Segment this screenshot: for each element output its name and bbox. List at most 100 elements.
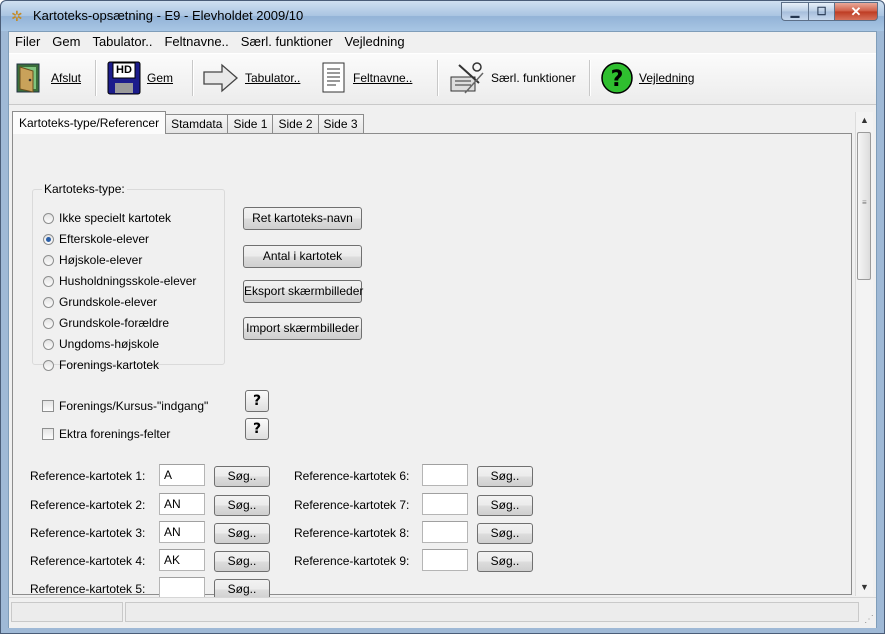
radio-label: Efterskole-elever	[59, 232, 150, 246]
tab-kartoteks-type[interactable]: Kartoteks-type/Referencer	[12, 111, 167, 134]
maximize-icon: ☐	[816, 6, 827, 18]
feltnavne-button[interactable]: Feltnavne..	[321, 58, 412, 98]
vejledning-button[interactable]: ? Vejledning	[601, 58, 694, 98]
radio-ikke-specielt[interactable]: Ikke specielt kartotek	[43, 210, 171, 226]
radio-ungdoms-hojskole[interactable]: Ungdoms-højskole	[43, 336, 159, 352]
reference-input-4[interactable]: AK	[159, 549, 205, 571]
radio-hojskole[interactable]: Højskole-elever	[43, 252, 142, 268]
sog-button-6[interactable]: Søg..	[477, 466, 533, 487]
reference-input-7[interactable]	[422, 493, 468, 515]
forenings-indgang-checkbox[interactable]	[42, 400, 54, 412]
radio-husholdningsskole[interactable]: Husholdningsskole-elever	[43, 273, 196, 289]
reference-input-5[interactable]	[159, 577, 205, 599]
radio-button[interactable]	[43, 359, 54, 371]
ret-kartoteks-navn-button[interactable]: Ret kartoteks-navn	[243, 207, 362, 230]
ekstra-felter-checkbox-row[interactable]: Ektra forenings-felter	[42, 426, 170, 442]
menu-bar: Filer Gem Tabulator.. Feltnavne.. Særl. …	[9, 32, 876, 52]
scroll-down-arrow-icon[interactable]: ▼	[856, 579, 873, 596]
grip-icon: ≡	[862, 198, 867, 207]
saerl-funktioner-button[interactable]: Særl. funktioner	[449, 58, 576, 98]
radio-button[interactable]	[43, 275, 54, 287]
resize-grip-icon[interactable]: ⋰	[862, 614, 874, 626]
sog-button-8[interactable]: Søg..	[477, 523, 533, 544]
kartotekstype-group: Kartoteks-type: Ikke specielt kartotek E…	[32, 182, 225, 372]
gem-label: Gem	[147, 71, 174, 85]
question-icon: ?	[252, 393, 262, 409]
menu-feltnavne[interactable]: Feltnavne..	[158, 32, 234, 52]
tools-icon	[449, 61, 485, 95]
kartotekstype-label: Kartoteks-type:	[42, 182, 127, 196]
radio-button[interactable]	[43, 338, 54, 350]
reference-label-7: Reference-kartotek 7:	[294, 498, 410, 512]
menu-filer[interactable]: Filer	[9, 32, 46, 52]
sog-button-4[interactable]: Søg..	[214, 551, 270, 572]
tab-panel: Kartoteks-type: Ikke specielt kartotek E…	[12, 133, 852, 600]
window-title: Kartoteks-opsætning - E9 - Elevholdet 20…	[33, 8, 304, 23]
reference-label-3: Reference-kartotek 3:	[30, 526, 146, 540]
tab-side-3[interactable]: Side 3	[317, 114, 364, 134]
forenings-indgang-checkbox-row[interactable]: Forenings/Kursus-"indgang"	[42, 398, 208, 414]
sog-button-2[interactable]: Søg..	[214, 495, 270, 516]
reference-input-8[interactable]	[422, 521, 468, 543]
reference-input-6[interactable]	[422, 464, 468, 486]
feltnavne-label: Feltnavne..	[353, 71, 413, 85]
exit-door-icon	[13, 62, 45, 94]
menu-saerl-funktioner[interactable]: Særl. funktioner	[235, 32, 339, 52]
ekstra-felter-checkbox[interactable]	[42, 428, 54, 440]
close-icon: ✕	[850, 3, 862, 19]
checkbox-label: Ektra forenings-felter	[59, 427, 171, 441]
tabulator-button[interactable]: Tabulator..	[203, 58, 300, 98]
vertical-scrollbar[interactable]: ▲ ≡ ▼	[855, 112, 873, 596]
radio-grundskole-elever[interactable]: Grundskole-elever	[43, 294, 157, 310]
saerl-funktioner-label: Særl. funktioner	[491, 71, 576, 85]
sog-button-3[interactable]: Søg..	[214, 523, 270, 544]
radio-label: Højskole-elever	[59, 253, 143, 267]
radio-efterskole[interactable]: Efterskole-elever	[43, 231, 149, 247]
radio-button[interactable]	[43, 254, 54, 266]
status-bar: ⋰	[9, 597, 876, 628]
sog-button-9[interactable]: Søg..	[477, 551, 533, 572]
radio-button[interactable]	[43, 317, 54, 329]
radio-label: Ungdoms-højskole	[59, 337, 160, 351]
reference-input-1[interactable]: A	[159, 464, 205, 486]
reference-input-2[interactable]: AN	[159, 493, 205, 515]
eksport-skaermbilleder-button[interactable]: Eksport skærmbilleder	[243, 280, 363, 303]
radio-label: Husholdningsskole-elever	[59, 274, 197, 288]
reference-input-3[interactable]: AN	[159, 521, 205, 543]
menu-gem[interactable]: Gem	[46, 32, 86, 52]
help-question-icon: ?	[601, 62, 633, 94]
tab-side-2[interactable]: Side 2	[272, 114, 319, 134]
help-button[interactable]: ?	[245, 418, 269, 440]
menu-tabulator[interactable]: Tabulator..	[86, 32, 158, 52]
radio-forenings-kartotek[interactable]: Forenings-kartotek	[43, 357, 159, 373]
tab-stamdata[interactable]: Stamdata	[165, 114, 229, 134]
svg-text:?: ?	[611, 67, 624, 92]
reference-label-8: Reference-kartotek 8:	[294, 526, 410, 540]
floppy-disk-icon: HD	[107, 61, 141, 95]
sog-button-1[interactable]: Søg..	[214, 466, 270, 487]
afslut-button[interactable]: Afslut	[13, 58, 81, 98]
toolbar: Afslut HD Gem Tabulator.. Feltnavne.. Sæ…	[9, 53, 876, 105]
menu-vejledning[interactable]: Vejledning	[339, 32, 411, 52]
antal-i-kartotek-button[interactable]: Antal i kartotek	[243, 245, 362, 268]
app-window: ✲ Kartoteks-opsætning - E9 - Elevholdet …	[0, 0, 885, 634]
minimize-button[interactable]: ▁	[781, 2, 808, 21]
radio-button[interactable]	[43, 212, 54, 224]
scroll-up-arrow-icon[interactable]: ▲	[856, 112, 873, 129]
gem-button[interactable]: HD Gem	[107, 58, 173, 98]
scrollbar-thumb[interactable]: ≡	[857, 132, 871, 280]
close-button[interactable]: ✕	[834, 2, 878, 21]
sog-button-7[interactable]: Søg..	[477, 495, 533, 516]
radio-button[interactable]	[43, 296, 54, 308]
tab-side-1[interactable]: Side 1	[227, 114, 274, 134]
import-skaermbilleder-button[interactable]: Import skærmbilleder	[243, 317, 362, 340]
reference-input-9[interactable]	[422, 549, 468, 571]
title-bar[interactable]: ✲ Kartoteks-opsætning - E9 - Elevholdet …	[1, 1, 884, 31]
app-icon[interactable]: ✲	[11, 9, 25, 23]
help-button[interactable]: ?	[245, 390, 269, 412]
client-area: Filer Gem Tabulator.. Feltnavne.. Særl. …	[8, 31, 877, 628]
maximize-button[interactable]: ☐	[808, 2, 834, 21]
reference-label-6: Reference-kartotek 6:	[294, 469, 410, 483]
radio-grundskole-foraeldre[interactable]: Grundskole-forældre	[43, 315, 169, 331]
radio-button-selected[interactable]	[43, 233, 54, 245]
